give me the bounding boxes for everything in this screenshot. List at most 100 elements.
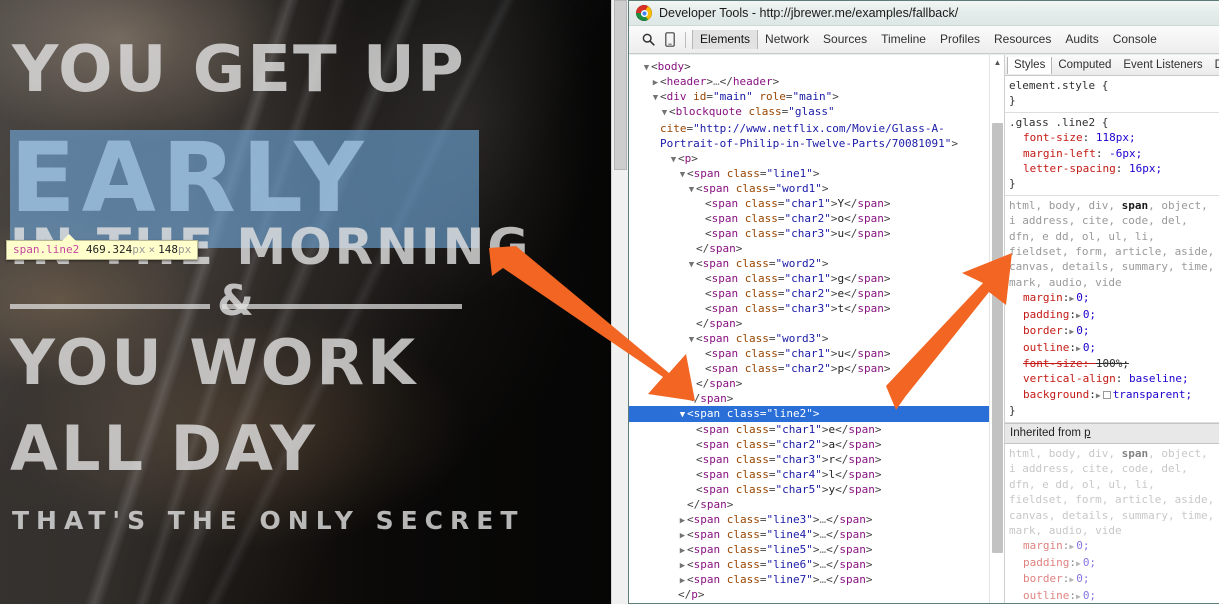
css-declaration[interactable]: font-size: 118px; xyxy=(1009,130,1219,145)
twisty-expanded-icon[interactable]: ▼ xyxy=(651,91,660,106)
css-property-name[interactable]: margin xyxy=(1023,291,1063,304)
device-toggle-icon[interactable] xyxy=(659,30,681,50)
css-declaration[interactable]: padding:▶ 0; xyxy=(1009,555,1219,571)
tab-audits[interactable]: Audits xyxy=(1058,30,1105,49)
expand-arrow-icon[interactable]: ▶ xyxy=(1076,311,1083,320)
css-property-name[interactable]: margin xyxy=(1023,539,1063,552)
dom-node[interactable]: <span class="char2">o</span> xyxy=(629,211,1004,226)
inspected-page[interactable]: YOU GET UP EARLY IN THE MORNING & YOU WO… xyxy=(0,0,628,604)
twisty-expanded-icon[interactable]: ▼ xyxy=(669,153,678,168)
css-property-value[interactable]: 0; xyxy=(1076,291,1089,304)
scroll-up-arrow-icon[interactable]: ▲ xyxy=(990,55,1004,69)
css-property-name[interactable]: border xyxy=(1023,324,1063,337)
dom-node[interactable]: </blockquote> xyxy=(629,602,1004,603)
expand-arrow-icon[interactable]: ▶ xyxy=(1076,592,1083,601)
css-declaration[interactable]: outline:▶ 0; xyxy=(1009,340,1219,356)
dom-node[interactable]: ▶ <span class="line7">…</span> xyxy=(629,572,1004,587)
dom-node[interactable]: <span class="char5">y</span> xyxy=(629,482,1004,497)
css-property-name[interactable]: letter-spacing xyxy=(1023,162,1116,175)
devtools-titlebar[interactable]: Developer Tools - http://jbrewer.me/exam… xyxy=(629,1,1219,26)
twisty-expanded-icon[interactable]: ▼ xyxy=(687,183,696,198)
dom-node[interactable]: </span> xyxy=(629,376,1004,391)
tab-timeline[interactable]: Timeline xyxy=(874,30,933,49)
tab-profiles[interactable]: Profiles xyxy=(933,30,987,49)
dom-node[interactable]: </span> xyxy=(629,391,1004,406)
css-property-name[interactable]: padding xyxy=(1023,308,1069,321)
css-property-value[interactable]: 16px; xyxy=(1129,162,1162,175)
css-property-name[interactable]: border xyxy=(1023,572,1063,585)
dom-node[interactable]: ▼ <blockquote class="glass" cite="http://… xyxy=(629,104,1004,151)
dom-node[interactable]: <span class="char2">a</span> xyxy=(629,437,1004,452)
css-declaration[interactable]: border:▶ 0; xyxy=(1009,571,1219,587)
page-vertical-scrollbar[interactable] xyxy=(611,0,628,604)
twisty-expanded-icon[interactable]: ▼ xyxy=(678,168,687,183)
css-property-value[interactable]: 0; xyxy=(1083,556,1096,569)
dom-node[interactable]: ▼ <span class="word3"> xyxy=(629,331,1004,346)
css-declaration[interactable]: font-size: 100%; xyxy=(1009,356,1219,371)
css-declaration[interactable]: padding:▶ 0; xyxy=(1009,307,1219,323)
css-property-value[interactable]: 0; xyxy=(1076,539,1089,552)
css-property-value[interactable]: 0; xyxy=(1083,341,1096,354)
color-swatch[interactable] xyxy=(1102,390,1111,399)
css-property-value[interactable]: 0; xyxy=(1076,324,1089,337)
expand-arrow-icon[interactable]: ▶ xyxy=(1096,391,1103,400)
css-property-name[interactable]: padding xyxy=(1023,556,1069,569)
css-property-value[interactable]: transparent; xyxy=(1113,388,1192,401)
tab-elements[interactable]: Elements xyxy=(692,30,759,49)
css-property-name[interactable]: outline xyxy=(1023,341,1069,354)
tab-sources[interactable]: Sources xyxy=(816,30,874,49)
css-declaration[interactable]: margin-left: -6px; xyxy=(1009,146,1219,161)
styles-rules-list[interactable]: element.style {} .glass .line2 {font-size… xyxy=(1005,76,1219,603)
css-property-value[interactable]: 0; xyxy=(1083,308,1096,321)
css-selector[interactable]: element.style { xyxy=(1009,78,1219,93)
dom-node[interactable]: <span class="char3">r</span> xyxy=(629,452,1004,467)
inherited-source[interactable]: p xyxy=(1084,427,1090,439)
twisty-expanded-icon[interactable]: ▼ xyxy=(687,258,696,273)
page-scrollbar-thumb[interactable] xyxy=(614,0,627,170)
dom-node[interactable]: <span class="char3">u</span> xyxy=(629,226,1004,241)
css-property-value[interactable]: 0; xyxy=(1076,572,1089,585)
styles-sidebar-panel[interactable]: Styles Computed Event Listeners D elemen… xyxy=(1005,55,1219,603)
dom-node[interactable]: ▼ <span class="word1"> xyxy=(629,181,1004,196)
dom-node[interactable]: <span class="char1">Y</span> xyxy=(629,196,1004,211)
sidebar-tab-dom-breakpoints[interactable]: D xyxy=(1209,57,1219,74)
rule-reset[interactable]: html, body, div, span, object, i address… xyxy=(1005,444,1219,603)
css-declaration[interactable]: vertical-align: baseline; xyxy=(1009,371,1219,386)
css-declaration[interactable]: margin:▶ 0; xyxy=(1009,538,1219,554)
css-selector[interactable]: .glass .line2 { xyxy=(1009,115,1219,130)
css-selector[interactable]: html, body, div, span, object, i address… xyxy=(1009,446,1219,538)
tab-network[interactable]: Network xyxy=(758,30,816,49)
sidebar-tab-styles[interactable]: Styles xyxy=(1007,56,1053,74)
dom-node[interactable]: ▼ <div id="main" role="main"> xyxy=(629,89,1004,104)
rule-glass-line2[interactable]: .glass .line2 {font-size: 118px; margin-l… xyxy=(1005,113,1219,196)
css-property-value[interactable]: 100%; xyxy=(1096,357,1129,370)
css-property-name[interactable]: background xyxy=(1023,388,1089,401)
dom-node[interactable]: <span class="char1">u</span> xyxy=(629,346,1004,361)
dom-node[interactable]: ▶ <header>…</header> xyxy=(629,74,1004,89)
sidebar-tab-event-listeners[interactable]: Event Listeners xyxy=(1117,57,1208,74)
css-selector[interactable]: html, body, div, span, object, i address… xyxy=(1009,198,1219,290)
css-property-value[interactable]: 0; xyxy=(1083,589,1096,602)
twisty-expanded-icon[interactable]: ▼ xyxy=(687,333,696,348)
dom-tree[interactable]: ▼ <body> ▶ <header>…</header> ▼ <div id="main… xyxy=(629,55,1004,603)
rule-element-style[interactable]: element.style {} xyxy=(1005,76,1219,113)
dom-tree-panel[interactable]: ▼ <body> ▶ <header>…</header> ▼ <div id="main… xyxy=(629,55,1005,603)
sidebar-tab-computed[interactable]: Computed xyxy=(1052,57,1117,74)
css-property-name[interactable]: outline xyxy=(1023,589,1069,602)
css-property-value[interactable]: baseline; xyxy=(1129,372,1189,385)
twisty-expanded-icon[interactable]: ▼ xyxy=(678,407,687,423)
dom-node[interactable]: ▶ <span class="line4">…</span> xyxy=(629,527,1004,542)
css-property-name[interactable]: font-size xyxy=(1023,357,1083,370)
dom-node[interactable]: </p> xyxy=(629,587,1004,602)
dom-tree-scrollbar[interactable]: ▲ xyxy=(989,55,1004,603)
dom-node[interactable]: <span class="char1">g</span> xyxy=(629,271,1004,286)
expand-arrow-icon[interactable]: ▶ xyxy=(1076,559,1083,568)
dom-node[interactable]: ▶ <span class="line6">…</span> xyxy=(629,557,1004,572)
css-property-name[interactable]: margin-left xyxy=(1023,147,1096,160)
dom-node[interactable]: <span class="char4">l</span> xyxy=(629,467,1004,482)
css-property-name[interactable]: vertical-align xyxy=(1023,372,1116,385)
dom-node[interactable]: ▶ <span class="line5">…</span> xyxy=(629,542,1004,557)
css-declaration[interactable]: background:▶ transparent; xyxy=(1009,387,1219,403)
dom-node[interactable]: <span class="char3">t</span> xyxy=(629,301,1004,316)
css-property-name[interactable]: font-size xyxy=(1023,131,1083,144)
